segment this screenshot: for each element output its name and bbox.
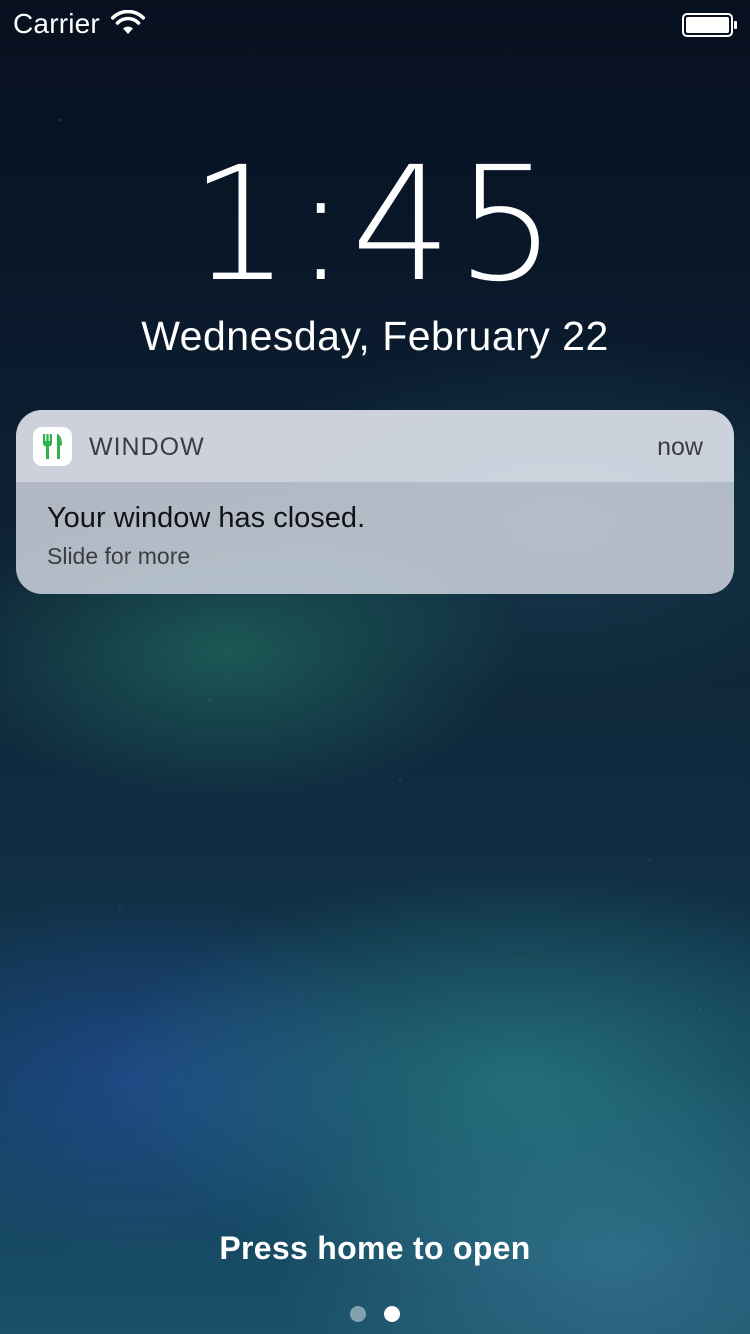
page-indicator[interactable] (0, 1306, 750, 1322)
status-bar: Carrier (0, 0, 750, 48)
wifi-icon (111, 10, 145, 34)
press-home-hint: Press home to open (219, 1230, 531, 1266)
fork-knife-icon (33, 427, 72, 466)
lock-screen: Carrier 1:45 Wednesday, February 22 WIND… (0, 0, 750, 1334)
page-dot-2[interactable] (384, 1306, 400, 1322)
lock-clock: 1:45 (189, 133, 561, 317)
notification-header: WINDOW now (16, 410, 734, 482)
notification-subtitle: Slide for more (47, 543, 191, 569)
lock-date: Wednesday, February 22 (141, 313, 609, 359)
notification-title: Your window has closed. (47, 502, 366, 534)
carrier-label: Carrier (13, 8, 100, 39)
notification-banner[interactable]: WINDOW now Your window has closed. Slide… (16, 410, 734, 594)
notification-app-name: WINDOW (89, 433, 205, 461)
battery-icon (682, 13, 737, 37)
page-dot-1[interactable] (350, 1306, 366, 1322)
notification-time: now (657, 433, 703, 461)
